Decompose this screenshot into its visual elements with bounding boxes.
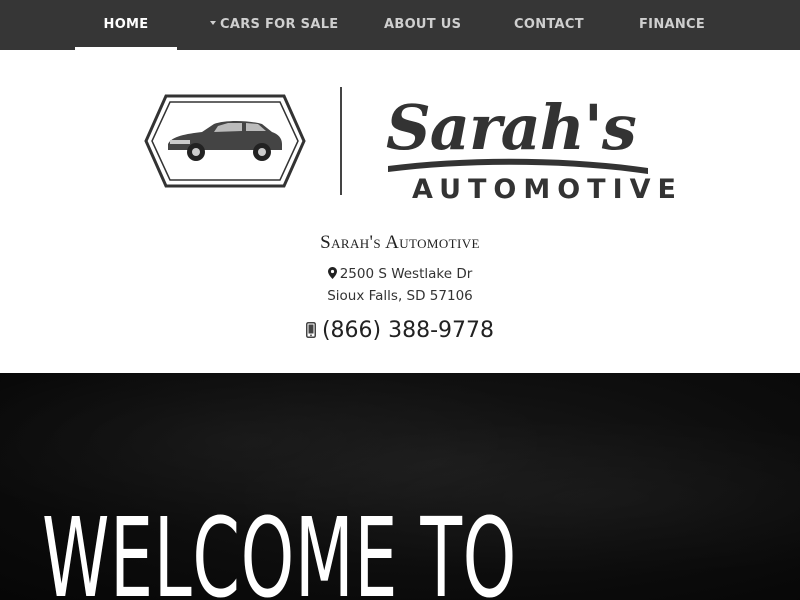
nav-home[interactable]: HOME [75,0,177,50]
logo-divider [340,87,342,195]
mobile-phone-icon [305,322,316,338]
address-line-1-text: 2500 S Westlake Dr [339,266,473,282]
car-badge-icon[interactable] [144,92,306,190]
hero-banner: WELCOME TO [0,373,800,600]
logo-subtitle: AUTOMOTIVE [412,174,683,205]
phone-number-text: (866) 388-9778 [321,318,495,343]
address-line-2[interactable]: Sioux Falls, SD 57106 [0,288,800,304]
site-header: Sarah's AUTOMOTIVE Sarah's Automotive 25… [0,50,800,373]
hero-title: WELCOME TO [42,494,517,600]
nav-contact[interactable]: CONTACT [514,0,584,50]
dropdown-caret-icon [210,21,216,25]
nav-cars-for-sale-label: CARS FOR SALE [220,17,339,32]
main-nav: HOME CARS FOR SALE ABOUT US CONTACT FINA… [0,0,800,50]
business-name: Sarah's Automotive [320,232,480,253]
nav-about-us[interactable]: ABOUT US [384,0,461,50]
address-line-1[interactable]: 2500 S Westlake Dr [0,266,800,282]
nav-cars-for-sale[interactable]: CARS FOR SALE [210,0,338,50]
map-pin-icon [327,267,337,279]
nav-finance[interactable]: FINANCE [639,0,705,50]
phone-number[interactable]: (866) 388-9778 [0,318,800,343]
